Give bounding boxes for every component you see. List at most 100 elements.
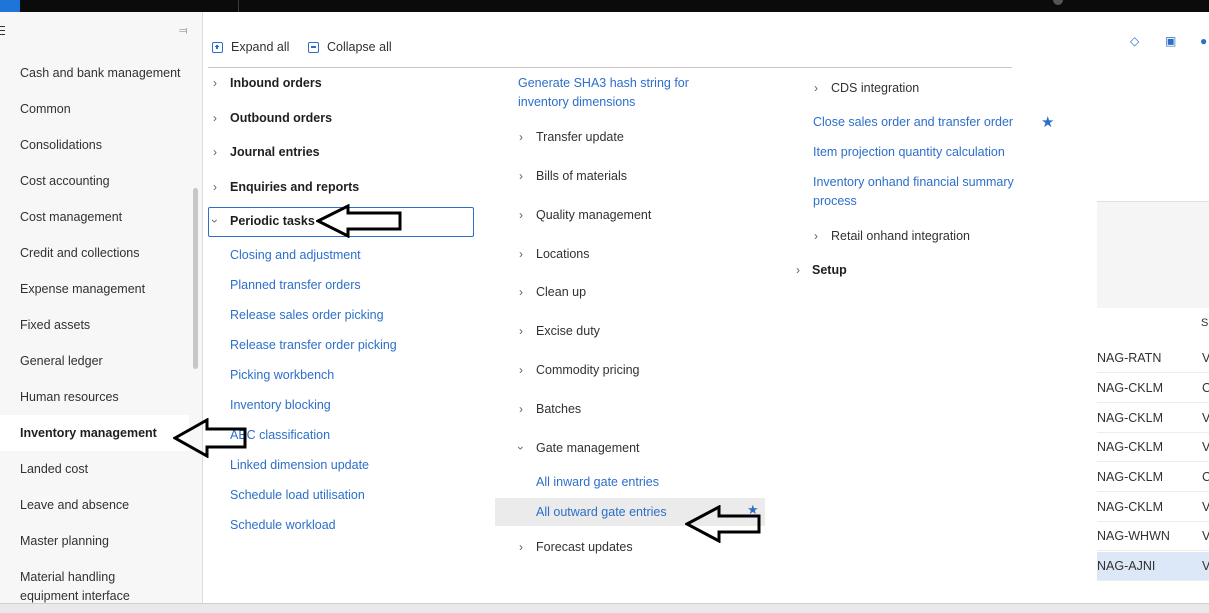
chevron-right-icon: ›	[796, 263, 800, 277]
chevron-right-icon: ›	[519, 363, 523, 377]
grid-row[interactable]: NAG-RATN V	[1097, 344, 1209, 373]
chevron-right-icon: ›	[213, 180, 217, 194]
module-general-ledger[interactable]: General ledger	[20, 352, 103, 371]
top-bar	[0, 0, 1209, 12]
chevron-right-icon: ›	[519, 540, 523, 554]
chevron-down-icon: ›	[208, 219, 222, 223]
group-bills-of-materials[interactable]: Bills of materials	[536, 167, 627, 185]
annotation-arrow-icon	[173, 418, 247, 458]
module-credit-and-collections[interactable]: Credit and collections	[20, 244, 140, 263]
top-bar-indicator	[1053, 0, 1063, 5]
group-transfer-update[interactable]: Transfer update	[536, 128, 624, 146]
group-inbound-orders[interactable]: Inbound orders	[230, 74, 322, 92]
link-generate-sha3-hash-line1: Generate SHA3 hash string for	[518, 76, 689, 90]
module-expense-management[interactable]: Expense management	[20, 280, 145, 299]
annotation-arrow-icon	[316, 204, 402, 238]
group-locations[interactable]: Locations	[536, 245, 590, 263]
group-quality-management[interactable]: Quality management	[536, 206, 651, 224]
grid-cell-code: NAG-WHWN	[1097, 529, 1170, 543]
link-inventory-blocking[interactable]: Inventory blocking	[230, 396, 331, 415]
group-excise-duty[interactable]: Excise duty	[536, 322, 600, 340]
module-consolidations[interactable]: Consolidations	[20, 136, 102, 155]
link-inventory-onhand-line2: process	[813, 194, 857, 208]
group-clean-up[interactable]: Clean up	[536, 283, 586, 301]
group-cds-integration[interactable]: CDS integration	[831, 79, 919, 97]
toolbar-divider	[208, 67, 1012, 68]
module-fixed-assets[interactable]: Fixed assets	[20, 316, 90, 335]
module-cost-management[interactable]: Cost management	[20, 208, 122, 227]
module-flyout: Expand all Collapse all › Inbound orders…	[203, 12, 1097, 603]
app-launcher-icon[interactable]	[0, 0, 20, 12]
group-commodity-pricing[interactable]: Commodity pricing	[536, 361, 640, 379]
link-all-inward-gate-entries[interactable]: All inward gate entries	[536, 473, 659, 492]
group-periodic-tasks[interactable]: Periodic tasks	[230, 212, 315, 230]
module-material-handling-line2: equipment interface	[20, 589, 130, 603]
group-outbound-orders[interactable]: Outbound orders	[230, 109, 332, 127]
grid-cell-status: V	[1202, 500, 1209, 514]
grid-cell-code: NAG-CKLM	[1097, 470, 1163, 484]
link-schedule-workload[interactable]: Schedule workload	[230, 516, 336, 535]
chevron-right-icon: ›	[519, 285, 523, 299]
group-gate-management[interactable]: Gate management	[536, 439, 640, 457]
link-release-sales-order-picking[interactable]: Release sales order picking	[230, 306, 384, 325]
link-release-transfer-order-picking[interactable]: Release transfer order picking	[230, 336, 397, 355]
grid-row[interactable]: NAG-CKLM V	[1097, 433, 1209, 462]
module-human-resources[interactable]: Human resources	[20, 388, 119, 407]
module-common[interactable]: Common	[20, 100, 71, 119]
chevron-right-icon: ›	[519, 169, 523, 183]
grid-row[interactable]: NAG-CKLM C	[1097, 463, 1209, 492]
module-cost-accounting[interactable]: Cost accounting	[20, 172, 110, 191]
chevron-right-icon: ›	[519, 402, 523, 416]
grid-row[interactable]: NAG-CKLM C	[1097, 374, 1209, 403]
grid-cell-status: V	[1202, 411, 1209, 425]
link-picking-workbench[interactable]: Picking workbench	[230, 366, 334, 385]
group-journal-entries[interactable]: Journal entries	[230, 143, 320, 161]
group-enquiries-and-reports[interactable]: Enquiries and reports	[230, 178, 359, 196]
link-schedule-load-utilisation[interactable]: Schedule load utilisation	[230, 486, 365, 505]
module-leave-and-absence[interactable]: Leave and absence	[20, 496, 129, 515]
link-item-projection-quantity-calculation[interactable]: Item projection quantity calculation	[813, 143, 1005, 162]
link-close-sales-order-and-transfer-order[interactable]: Close sales order and transfer order	[813, 113, 1013, 132]
grid-cell-code: NAG-CKLM	[1097, 381, 1163, 395]
expand-all-label: Expand all	[231, 40, 290, 54]
link-inventory-onhand-financial-summary[interactable]: Inventory onhand financial summary proce…	[813, 173, 1014, 211]
favorite-star-icon[interactable]: ★	[1041, 113, 1054, 131]
grid-cell-status: V	[1202, 440, 1209, 454]
chevron-right-icon: ›	[213, 145, 217, 159]
pin-icon[interactable]: ⫤	[179, 25, 187, 38]
collapse-all-label: Collapse all	[327, 40, 392, 54]
module-material-handling[interactable]: Material handling equipment interface	[20, 568, 130, 603]
group-retail-onhand-integration[interactable]: Retail onhand integration	[831, 227, 970, 245]
group-forecast-updates[interactable]: Forecast updates	[536, 538, 633, 556]
grid-row-selected[interactable]: NAG-AJNI V	[1097, 552, 1209, 581]
collapse-all-button[interactable]: Collapse all	[308, 40, 392, 54]
circle-icon[interactable]: ●	[1200, 34, 1207, 48]
expand-all-button[interactable]: Expand all	[212, 40, 289, 54]
module-landed-cost[interactable]: Landed cost	[20, 460, 88, 479]
grid-row[interactable]: NAG-CKLM V	[1097, 404, 1209, 433]
nav-scrollbar[interactable]	[193, 188, 198, 369]
hamburger-menu-icon[interactable]	[0, 26, 6, 35]
diamond-icon[interactable]: ◇	[1130, 34, 1139, 48]
group-setup[interactable]: Setup	[812, 261, 847, 279]
grid-row[interactable]: NAG-WHWN V	[1097, 522, 1209, 551]
grid-row[interactable]: NAG-CKLM V	[1097, 493, 1209, 522]
background-panel	[1097, 12, 1209, 202]
module-master-planning[interactable]: Master planning	[20, 532, 109, 551]
link-closing-and-adjustment[interactable]: Closing and adjustment	[230, 246, 361, 265]
module-cash-and-bank-management[interactable]: Cash and bank management	[20, 64, 181, 83]
annotation-arrow-icon	[685, 505, 761, 543]
link-all-outward-gate-entries[interactable]: All outward gate entries	[536, 503, 667, 522]
module-inventory-management[interactable]: Inventory management	[0, 415, 189, 451]
office-icon[interactable]: ▣	[1165, 34, 1176, 48]
grid-cell-code: NAG-CKLM	[1097, 440, 1163, 454]
chevron-down-icon: ›	[514, 446, 528, 450]
link-generate-sha3-hash[interactable]: Generate SHA3 hash string for inventory …	[518, 74, 689, 112]
link-linked-dimension-update[interactable]: Linked dimension update	[230, 456, 369, 475]
top-bar-divider	[238, 0, 239, 12]
group-batches[interactable]: Batches	[536, 400, 581, 418]
link-planned-transfer-orders[interactable]: Planned transfer orders	[230, 276, 361, 295]
link-generate-sha3-hash-line2: inventory dimensions	[518, 95, 636, 109]
grid-cell-status: V	[1202, 351, 1209, 365]
grid-cell-status: C	[1202, 381, 1209, 395]
